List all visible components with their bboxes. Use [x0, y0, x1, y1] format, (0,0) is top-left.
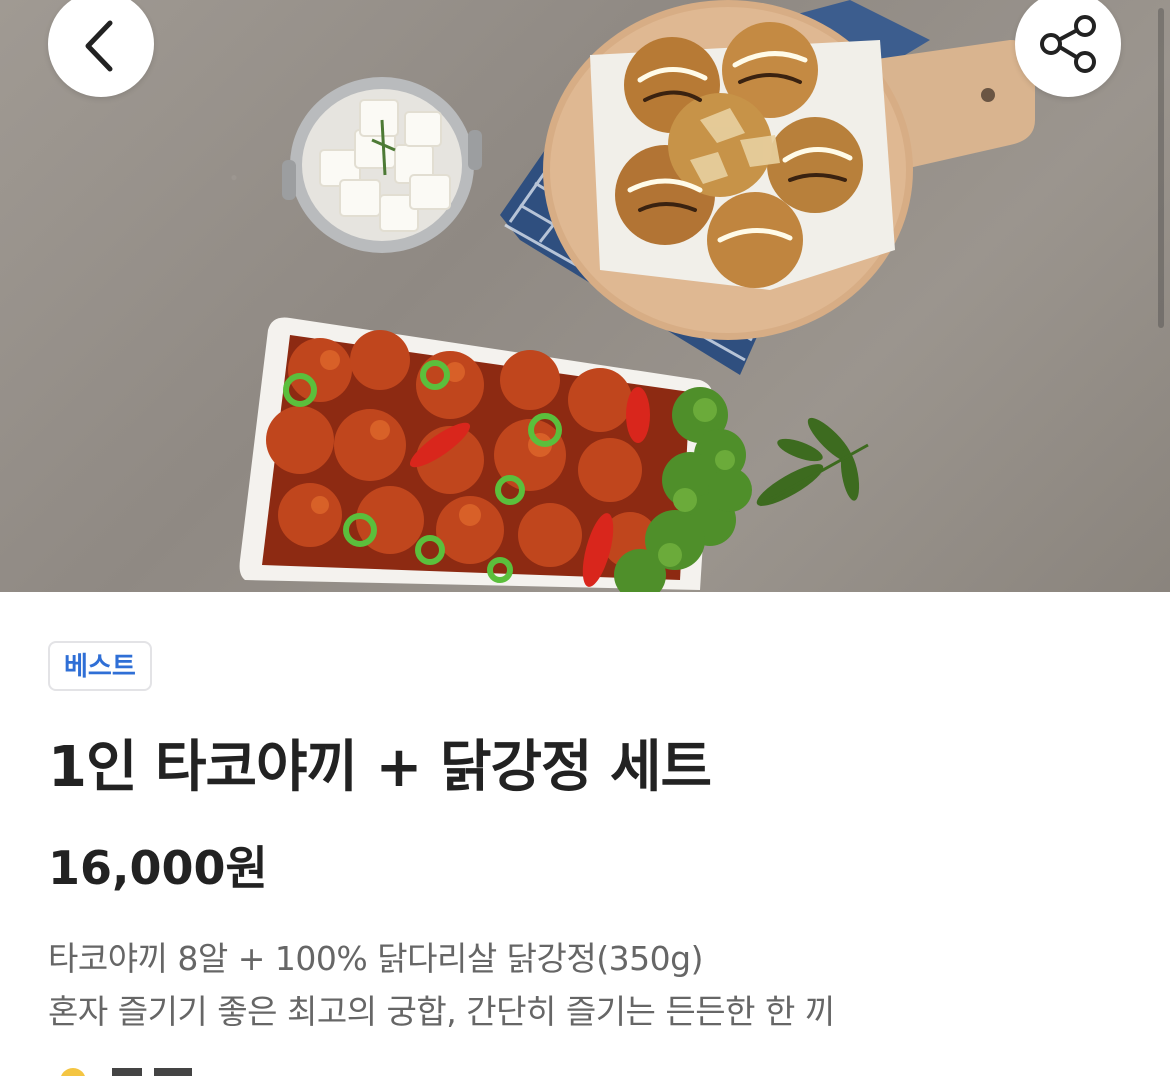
product-description-line2: 혼자 즐기기 좋은 최고의 궁합, 간단히 즐기는 든든한 한 끼	[48, 992, 835, 1031]
product-price: 16,000원	[48, 841, 268, 895]
product-detail-page: 베스트 1인 타코야끼 + 닭강정 세트 16,000원 타코야끼 8알 + 1…	[0, 0, 1170, 1076]
best-badge: 베스트	[48, 641, 152, 691]
product-photo	[0, 0, 1170, 592]
product-title: 1인 타코야끼 + 닭강정 세트	[48, 735, 712, 800]
back-button[interactable]	[48, 0, 154, 97]
share-icon	[1040, 15, 1096, 73]
radish-bowl	[282, 77, 482, 253]
star-icon	[60, 1068, 86, 1076]
rating-text-partial	[112, 1068, 262, 1076]
chevron-left-icon	[85, 20, 113, 72]
food-illustration	[239, 0, 1035, 592]
share-button[interactable]	[1015, 0, 1121, 97]
page-scrollbar[interactable]	[1158, 8, 1164, 328]
product-description-line1: 타코야끼 8알 + 100% 닭다리살 닭강정(350g)	[48, 939, 703, 978]
